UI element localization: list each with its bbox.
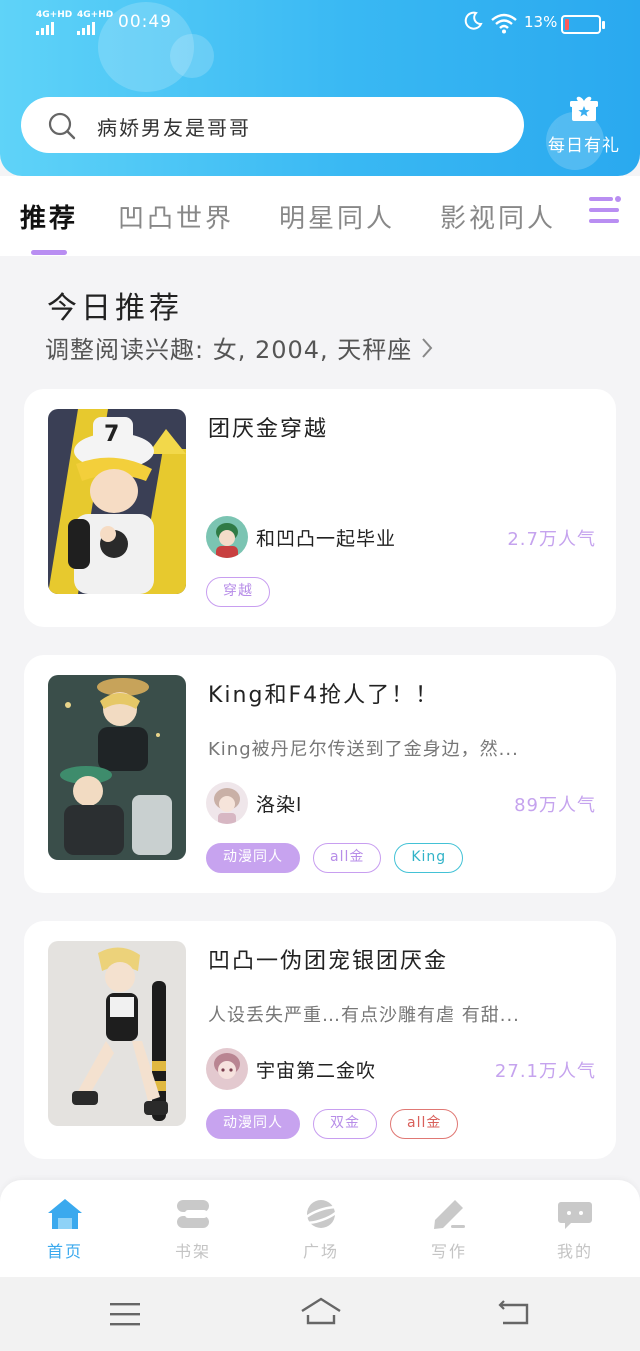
battery-icon (561, 15, 605, 34)
back-icon[interactable] (498, 1299, 530, 1327)
search-bar[interactable]: 病娇男友是哥哥 (21, 97, 524, 153)
tag[interactable]: 穿越 (206, 577, 270, 607)
bookshelf-icon (177, 1200, 209, 1228)
section-title: 今日推荐 (47, 291, 183, 326)
author-row: 宇宙第二金吹 27.1万人气 (206, 1048, 595, 1090)
signal-label: 4G+HD (77, 10, 114, 20)
author-avatar[interactable] (206, 1048, 248, 1090)
author-avatar[interactable] (206, 782, 248, 824)
nav-label: 首页 (46, 1242, 83, 1261)
popularity-count: 27.1万人气 (494, 1061, 596, 1082)
tag-list: 动漫同人 all金 King (206, 843, 464, 873)
author-avatar[interactable] (206, 516, 248, 558)
author-row: 洛染l 89万人气 (206, 782, 595, 824)
tag[interactable]: all金 (313, 843, 382, 873)
tab-recommend[interactable]: 推荐 (20, 198, 78, 235)
tab-star-fanfic[interactable]: 明星同人 (279, 198, 395, 235)
moon-icon (464, 11, 483, 30)
tab-aotu-world[interactable]: 凹凸世界 (118, 198, 234, 235)
popularity-count: 2.7万人气 (507, 529, 596, 550)
chat-bubble-icon (558, 1202, 592, 1229)
tag[interactable]: 动漫同人 (206, 843, 300, 873)
wifi-icon (491, 13, 517, 34)
menu-icon[interactable] (110, 1301, 140, 1327)
author-row: 和凹凸一起毕业 2.7万人气 (206, 516, 595, 558)
book-cover[interactable] (48, 941, 186, 1126)
bottom-nav: 首页 书架 广场 写作 我的 (0, 1180, 640, 1277)
status-bar: 4G+HD 4G+HD 00:49 13% (0, 8, 640, 38)
author-name: 洛染l (256, 794, 303, 816)
category-tabs: 推荐 凹凸世界 明星同人 影视同人 (0, 176, 640, 256)
battery-percent: 13% (524, 13, 558, 31)
planet-icon (302, 1200, 340, 1228)
book-title: 凹凸一伪团宠银团厌金 (208, 949, 449, 974)
tag[interactable]: 双金 (313, 1109, 377, 1139)
decor-bubble (170, 34, 214, 78)
book-description: 人设丢失严重…有点沙雕有虐 有甜... (208, 1005, 520, 1026)
book-card[interactable]: 凹凸一伪团宠银团厌金 人设丢失严重…有点沙雕有虐 有甜... 宇宙第二金吹 27… (24, 921, 616, 1159)
nav-label: 广场 (302, 1242, 339, 1261)
author-name: 宇宙第二金吹 (256, 1060, 377, 1082)
nav-home[interactable]: 首页 (25, 1198, 105, 1262)
header: 4G+HD 4G+HD 00:49 13% 病娇男友是哥哥 每日有礼 (0, 0, 640, 176)
system-nav-bar (0, 1277, 640, 1351)
author-name: 和凹凸一起毕业 (256, 528, 397, 550)
reading-interest-link[interactable]: 调整阅读兴趣: 女, 2004, 天秤座 (45, 330, 434, 365)
tag[interactable]: all金 (390, 1109, 459, 1139)
nav-square[interactable]: 广场 (281, 1198, 361, 1262)
nav-bookshelf[interactable]: 书架 (153, 1198, 233, 1262)
popularity-count: 89万人气 (514, 795, 596, 816)
daily-gift-button[interactable]: 每日有礼 (541, 95, 627, 161)
book-cover[interactable] (48, 675, 186, 860)
book-cover[interactable]: 7 (48, 409, 186, 594)
tag-list: 穿越 (206, 577, 270, 607)
nav-label: 写作 (430, 1242, 467, 1261)
svg-text:7: 7 (104, 422, 119, 447)
clock: 00:49 (118, 12, 172, 32)
nav-write[interactable]: 写作 (409, 1198, 489, 1262)
book-title: 团厌金穿越 (208, 417, 329, 442)
tag-list: 动漫同人 双金 all金 (206, 1109, 459, 1139)
tag[interactable]: 动漫同人 (206, 1109, 300, 1139)
book-card[interactable]: King和F4抢人了！！ King被丹尼尔传送到了金身边，然... 洛染l 89… (24, 655, 616, 893)
daily-gift-label: 每日有礼 (548, 136, 620, 156)
active-tab-indicator (31, 250, 67, 255)
reading-interest-text: 调整阅读兴趣: 女, 2004, 天秤座 (45, 336, 413, 364)
chevron-right-icon (422, 337, 433, 358)
pen-icon (434, 1200, 465, 1229)
signal-indicator: 4G+HD (36, 11, 72, 35)
category-menu-icon[interactable] (586, 194, 622, 228)
book-card[interactable]: 7 团厌金穿越 和凹凸一起毕业 2.7万人气 穿越 (24, 389, 616, 627)
battery-fill (565, 19, 569, 30)
search-icon (48, 112, 76, 140)
signal-indicator: 4G+HD (77, 11, 113, 35)
nav-label: 书架 (174, 1242, 211, 1261)
nav-mine[interactable]: 我的 (535, 1198, 615, 1262)
tab-film-fanfic[interactable]: 影视同人 (440, 198, 556, 235)
gift-icon (570, 96, 598, 121)
book-description: King被丹尼尔传送到了金身边，然... (208, 739, 519, 760)
search-input[interactable]: 病娇男友是哥哥 (97, 112, 251, 141)
nav-label: 我的 (556, 1242, 593, 1261)
home-icon (48, 1199, 82, 1229)
home-button-icon[interactable] (300, 1297, 342, 1327)
tag[interactable]: King (394, 843, 464, 873)
signal-label: 4G+HD (36, 10, 73, 20)
book-title: King和F4抢人了！！ (208, 683, 440, 708)
